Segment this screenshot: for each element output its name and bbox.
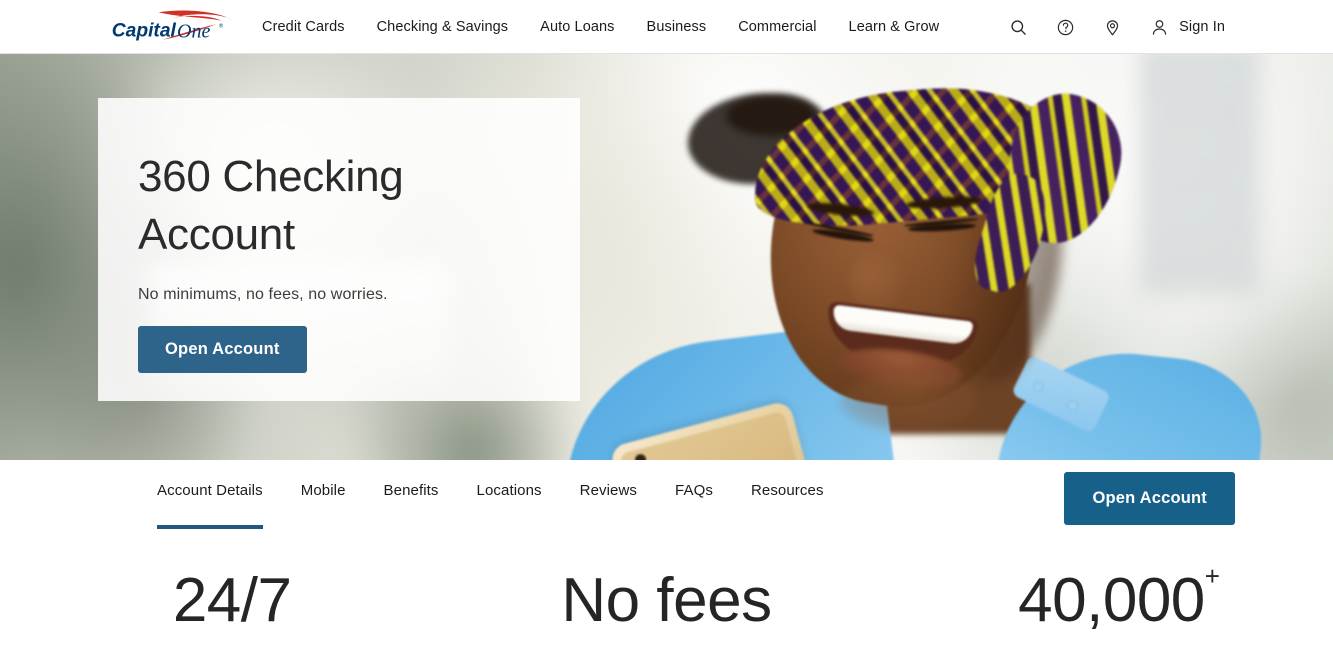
hero-subtitle: No minimums, no fees, no worries. xyxy=(138,286,388,304)
section-tabs: Account Details Mobile Benefits Location… xyxy=(157,482,824,529)
primary-navigation: Credit Cards Checking & Savings Auto Loa… xyxy=(262,0,960,54)
svg-text:Capital: Capital xyxy=(112,21,177,42)
hero-open-account-button[interactable]: Open Account xyxy=(138,326,307,374)
header-utility-bar: Sign In xyxy=(1007,0,1225,54)
tabbar-open-account-button[interactable]: Open Account xyxy=(1064,472,1235,525)
tab-faqs[interactable]: FAQs xyxy=(675,482,713,529)
nav-checking-savings[interactable]: Checking & Savings xyxy=(377,19,530,35)
chin xyxy=(840,372,980,432)
collar-button-lower xyxy=(1068,401,1077,410)
tab-benefits[interactable]: Benefits xyxy=(384,482,439,529)
tab-mobile[interactable]: Mobile xyxy=(301,482,346,529)
nav-business[interactable]: Business xyxy=(647,19,728,35)
user-account-icon xyxy=(1148,16,1170,38)
svg-text:One: One xyxy=(177,20,211,42)
capital-one-logo[interactable]: Capital One ® xyxy=(108,9,236,45)
hero-section: 360 Checking Account No minimums, no fee… xyxy=(0,54,1333,460)
stat-value: 24/7 xyxy=(172,566,292,635)
stats-row: 24/7 No fees 40,000+ xyxy=(0,561,1333,635)
nav-commercial[interactable]: Commercial xyxy=(738,19,837,35)
hero-title: 360 Checking Account xyxy=(138,152,404,260)
tab-account-details[interactable]: Account Details xyxy=(157,482,263,529)
stat-item: No fees xyxy=(444,568,888,633)
sign-in-label: Sign In xyxy=(1179,19,1225,35)
site-header: Capital One ® Credit Cards Checking & Sa… xyxy=(0,0,1333,54)
help-icon[interactable] xyxy=(1054,16,1076,38)
stat-item: 24/7 xyxy=(0,568,444,633)
collar-button-upper xyxy=(1034,382,1043,391)
stat-value: No fees xyxy=(561,566,772,635)
stat-item: 40,000+ xyxy=(889,561,1333,635)
svg-text:®: ® xyxy=(219,22,224,29)
hero-content-card: 360 Checking Account No minimums, no fee… xyxy=(98,98,580,401)
sign-in-button[interactable]: Sign In xyxy=(1148,16,1225,38)
nav-auto-loans[interactable]: Auto Loans xyxy=(540,19,635,35)
tab-reviews[interactable]: Reviews xyxy=(580,482,637,529)
nose xyxy=(848,250,904,310)
nav-learn-grow[interactable]: Learn & Grow xyxy=(849,19,961,35)
nav-credit-cards[interactable]: Credit Cards xyxy=(262,19,366,35)
tab-resources[interactable]: Resources xyxy=(751,482,824,529)
tab-locations[interactable]: Locations xyxy=(477,482,542,529)
stat-value: 40,000+ xyxy=(1018,561,1220,635)
location-pin-icon[interactable] xyxy=(1101,16,1123,38)
search-icon[interactable] xyxy=(1007,16,1029,38)
